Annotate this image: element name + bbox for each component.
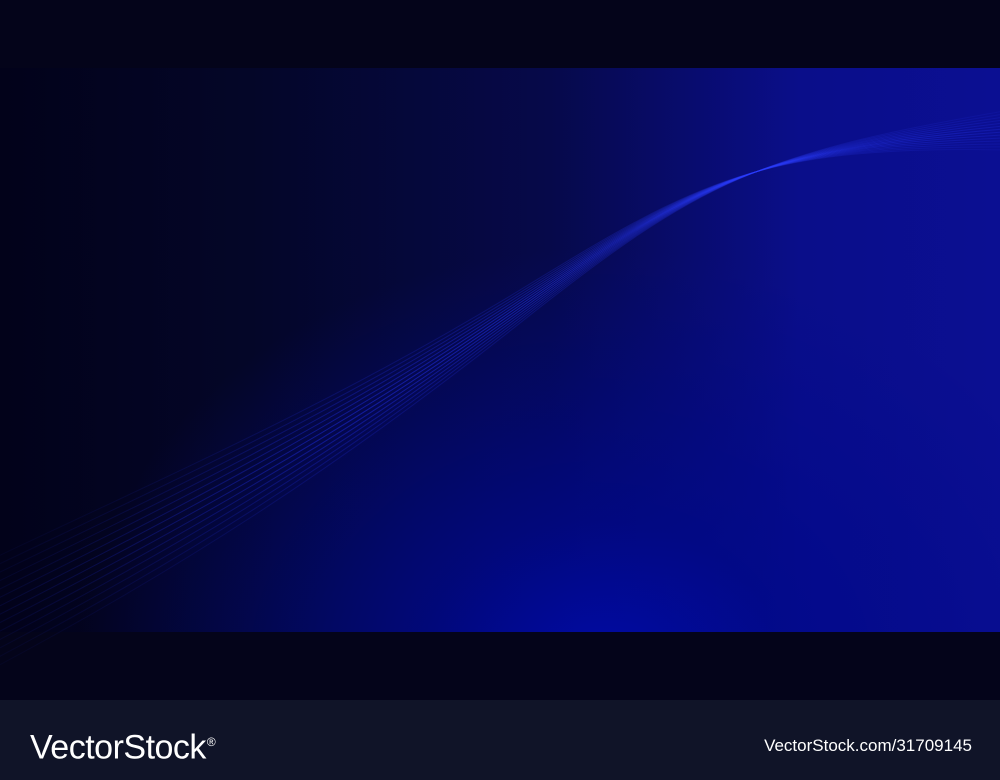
wave-line (0, 134, 1000, 598)
wave-line (0, 125, 1000, 624)
image-id-label: VectorStock.com/31709145 (764, 736, 972, 755)
brand-logo-text: VectorStock® (30, 722, 216, 767)
wave-line (0, 146, 1000, 565)
artwork-canvas (0, 0, 1000, 700)
wave-line (0, 128, 1000, 615)
registered-mark: ® (206, 735, 216, 749)
wave-line (0, 149, 1000, 556)
wave-line (0, 114, 1000, 657)
wave-line (0, 137, 1000, 590)
brand-name: VectorStock (30, 728, 206, 767)
wave-lines-graphic (0, 111, 1000, 666)
wave-line (0, 143, 1000, 573)
wave-line (0, 122, 1000, 632)
wave-line (0, 140, 1000, 582)
wave-line (0, 111, 1000, 666)
wave-line (0, 131, 1000, 607)
